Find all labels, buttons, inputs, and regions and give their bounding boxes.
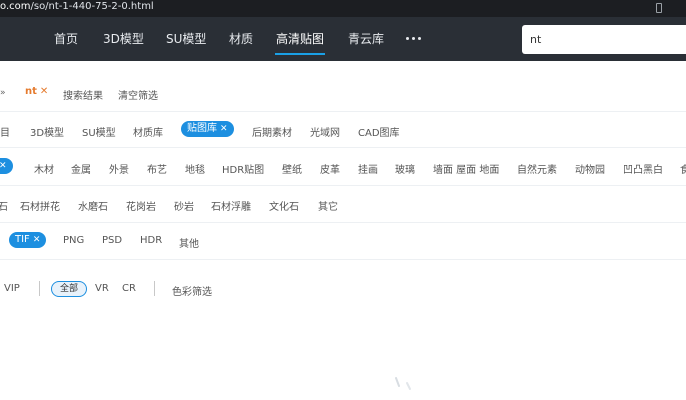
stone-type-item[interactable]: 花岗岩 bbox=[126, 198, 156, 213]
divider bbox=[0, 259, 686, 260]
breadcrumb-arrow-icon: » bbox=[0, 88, 6, 98]
format-item-png[interactable]: PNG bbox=[63, 235, 84, 246]
address-domain: o.com bbox=[0, 1, 31, 12]
cr-filter[interactable]: CR bbox=[122, 283, 136, 294]
subcategory-item[interactable]: 地毯 bbox=[185, 161, 205, 176]
all-filter-selected[interactable]: 全部 bbox=[51, 281, 88, 297]
search-box[interactable] bbox=[522, 25, 686, 54]
vip-filter[interactable]: VIP bbox=[4, 283, 20, 294]
more-icon[interactable] bbox=[406, 37, 424, 41]
color-filter-link[interactable]: 色彩筛选 bbox=[172, 283, 212, 298]
browser-address-bar[interactable]: o.com/so/nt-1-440-75-2-0.html bbox=[0, 0, 686, 17]
search-term-tag[interactable]: nt ✕ bbox=[25, 86, 48, 97]
subcategory-item[interactable]: 木材 bbox=[34, 161, 54, 176]
stone-type-item[interactable]: 水磨石 bbox=[78, 198, 108, 213]
subcategory-item[interactable]: HDR贴图 bbox=[222, 161, 264, 176]
nav-item-home[interactable]: 首页 bbox=[54, 17, 78, 61]
stone-type-item[interactable]: 石材浮雕 bbox=[211, 198, 251, 213]
clear-filters-link[interactable]: 清空筛选 bbox=[118, 87, 158, 102]
stone-type-item[interactable]: 其它 bbox=[318, 198, 338, 213]
subcategory-item[interactable]: 外景 bbox=[109, 161, 129, 176]
stone-type-item[interactable]: 文化石 bbox=[269, 198, 299, 213]
format-item-psd[interactable]: PSD bbox=[102, 235, 122, 246]
category-item-3d-models[interactable]: 3D模型 bbox=[30, 124, 64, 139]
format-selected-tif[interactable]: TIF ✕ bbox=[9, 232, 47, 248]
nav-item-hd-textures[interactable]: 高清贴图 bbox=[274, 17, 326, 61]
search-input[interactable] bbox=[530, 31, 680, 48]
category-item-su-models[interactable]: SU模型 bbox=[82, 124, 116, 139]
category-item-materials[interactable]: 材质库 bbox=[133, 124, 163, 139]
stone-type-item[interactable]: 石材拼花 bbox=[20, 198, 60, 213]
subcategory-item[interactable]: 墙面 屋面 地面 bbox=[433, 161, 499, 176]
subcategory-item[interactable]: 玻璃 bbox=[395, 161, 415, 176]
format-item-other[interactable]: 其他 bbox=[179, 235, 199, 250]
loading-icon bbox=[395, 377, 411, 390]
format-selected-label: TIF bbox=[15, 234, 30, 245]
subcategory-item[interactable]: 布艺 bbox=[147, 161, 167, 176]
category-item-cad[interactable]: CAD图库 bbox=[358, 124, 400, 139]
category-selected-textures[interactable]: 贴图库 ✕ bbox=[181, 121, 234, 137]
nav-item-qingyun-library[interactable]: 青云库 bbox=[348, 17, 384, 61]
divider bbox=[0, 222, 686, 223]
separator bbox=[39, 281, 40, 296]
address-path: /so/nt-1-440-75-2-0.html bbox=[30, 1, 154, 12]
subcategory-item[interactable]: 凹凸黑白 bbox=[623, 161, 663, 176]
stone-type-item[interactable]: 砂岩 bbox=[174, 198, 194, 213]
vr-filter[interactable]: VR bbox=[95, 283, 109, 294]
nav-item-3d-models[interactable]: 3D模型 bbox=[103, 17, 144, 61]
remove-format-icon[interactable]: ✕ bbox=[33, 235, 41, 245]
category-selected-label: 贴图库 bbox=[187, 123, 217, 134]
category-item-partial[interactable]: 目 bbox=[0, 124, 10, 139]
category-item-post-materials[interactable]: 后期素材 bbox=[252, 124, 292, 139]
subcategory-item[interactable]: 食 bbox=[680, 161, 686, 176]
search-results-label: 搜索结果 bbox=[63, 91, 103, 102]
remove-category-icon[interactable]: ✕ bbox=[220, 124, 228, 134]
address-url[interactable]: o.com/so/nt-1-440-75-2-0.html bbox=[0, 1, 154, 13]
remove-term-icon[interactable]: ✕ bbox=[40, 86, 48, 97]
nav-item-materials[interactable]: 材质 bbox=[229, 17, 253, 61]
category-item-ies[interactable]: 光域网 bbox=[310, 124, 340, 139]
subcategory-item[interactable]: 挂画 bbox=[358, 161, 378, 176]
site-header: 首页 3D模型 SU模型 材质 高清贴图 青云库 bbox=[0, 17, 686, 61]
nav-item-su-models[interactable]: SU模型 bbox=[166, 17, 206, 61]
subcategory-item[interactable]: 壁纸 bbox=[282, 161, 302, 176]
search-term-label: nt bbox=[25, 86, 37, 97]
separator bbox=[154, 281, 155, 296]
subcategory-item[interactable]: 动物园 bbox=[575, 161, 605, 176]
divider bbox=[0, 147, 686, 148]
divider bbox=[0, 185, 686, 186]
subcategory-selected-stone[interactable]: ✕ bbox=[0, 158, 13, 174]
subcategory-item[interactable]: 金属 bbox=[71, 161, 91, 176]
stone-type-item[interactable]: 石 bbox=[0, 198, 8, 213]
remove-subcategory-icon[interactable]: ✕ bbox=[0, 161, 7, 171]
subcategory-item[interactable]: 皮革 bbox=[320, 161, 340, 176]
subcategory-item[interactable]: 自然元素 bbox=[517, 161, 557, 176]
format-item-hdr[interactable]: HDR bbox=[140, 235, 162, 246]
bookmark-icon[interactable] bbox=[656, 3, 662, 13]
divider bbox=[0, 111, 686, 112]
